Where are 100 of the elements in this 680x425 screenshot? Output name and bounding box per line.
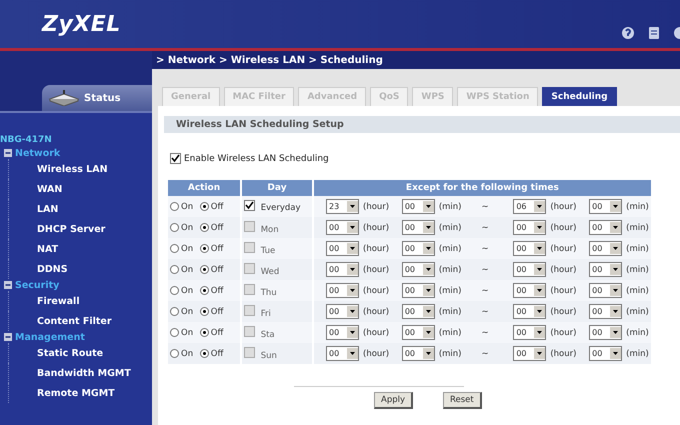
checkbox[interactable]	[244, 304, 255, 316]
time-dropdown[interactable]: 23	[326, 199, 359, 214]
time-dropdown[interactable]: 00	[402, 346, 435, 361]
checkbox[interactable]	[244, 262, 255, 274]
radio-button[interactable]	[170, 222, 179, 232]
unit-label: (hour)	[363, 244, 390, 254]
time-dropdown[interactable]: 00	[402, 325, 435, 340]
time-dropdown[interactable]: 00	[513, 346, 546, 361]
time-dropdown[interactable]: 00	[589, 325, 622, 340]
radio-button[interactable]	[200, 264, 209, 274]
unit-label: (hour)	[550, 286, 576, 296]
unit-label: (min)	[626, 348, 649, 359]
menu-item[interactable]: Wireless LAN	[37, 164, 108, 174]
checkbox[interactable]	[244, 242, 255, 252]
checkbox[interactable]	[244, 220, 255, 232]
time-dropdown[interactable]: 00	[589, 199, 622, 214]
radio-button[interactable]	[170, 286, 179, 295]
menu-group[interactable]: Security	[15, 280, 60, 290]
day-label: Wed	[260, 266, 280, 276]
checkbox[interactable]	[244, 346, 255, 358]
radio-button[interactable]	[200, 348, 209, 358]
time-dropdown[interactable]: 00	[326, 325, 359, 340]
radio-button[interactable]	[200, 328, 209, 337]
column-header: Except for the following times	[314, 180, 651, 196]
time-dropdown[interactable]: 00	[513, 325, 546, 340]
menu-item[interactable]: Static Route	[37, 348, 104, 358]
menu-item[interactable]: DHCP Server	[37, 224, 106, 234]
menu-item[interactable]: DDNS	[37, 264, 68, 274]
radio-button[interactable]	[170, 328, 179, 337]
time-dropdown[interactable]: 00	[402, 283, 435, 298]
unit-label: (min)	[438, 328, 462, 338]
time-dropdown[interactable]: 00	[513, 241, 546, 256]
time-dropdown[interactable]: 00	[402, 220, 435, 235]
form-button[interactable]: Apply	[374, 392, 413, 409]
unit-label: (min)	[438, 348, 462, 359]
help-icon[interactable]	[620, 25, 636, 41]
form-button[interactable]: Reset	[443, 392, 482, 409]
menu-item[interactable]: Bandwidth MGMT	[37, 368, 131, 378]
menu-group[interactable]: Management	[15, 332, 85, 342]
checkbox[interactable]	[244, 284, 255, 294]
time-dropdown[interactable]: 00	[589, 220, 622, 235]
checkbox[interactable]	[170, 153, 181, 164]
radio-label: Off	[210, 328, 224, 338]
collapse-icon[interactable]	[4, 281, 12, 289]
time-dropdown[interactable]: 00	[402, 199, 435, 214]
unit-label: (hour)	[363, 202, 390, 212]
time-dropdown[interactable]: 06	[513, 199, 546, 214]
radio-button[interactable]	[200, 306, 209, 316]
checkbox[interactable]	[244, 326, 255, 336]
radio-button[interactable]	[170, 244, 179, 253]
time-dropdown[interactable]: 00	[589, 346, 622, 361]
column-header: Action	[168, 180, 240, 196]
menu-item[interactable]: NAT	[37, 244, 58, 254]
unit-label: (min)	[626, 222, 649, 233]
menu-item[interactable]: LAN	[37, 204, 58, 214]
menu-item[interactable]: Remote MGMT	[37, 388, 115, 398]
menu-item[interactable]: Firewall	[37, 296, 80, 306]
time-dropdown[interactable]: 00	[589, 304, 622, 319]
time-dropdown[interactable]: 00	[402, 304, 435, 319]
range-separator: ~	[481, 328, 489, 338]
unit-label: (min)	[626, 306, 649, 317]
time-dropdown[interactable]: 00	[513, 220, 546, 235]
time-dropdown[interactable]: 00	[326, 346, 359, 361]
time-dropdown[interactable]: 00	[589, 262, 622, 277]
time-dropdown[interactable]: 00	[326, 241, 359, 256]
time-dropdown[interactable]: 00	[326, 283, 359, 298]
radio-button[interactable]	[200, 286, 209, 295]
menu-item[interactable]: WAN	[37, 184, 62, 194]
checkbox[interactable]	[244, 200, 255, 211]
collapse-icon[interactable]	[4, 149, 12, 157]
time-dropdown[interactable]: 00	[513, 262, 546, 277]
time-dropdown[interactable]: 00	[402, 241, 435, 256]
radio-button[interactable]	[200, 222, 209, 232]
radio-button[interactable]	[200, 244, 209, 253]
status-tab[interactable]: Status	[42, 85, 152, 111]
menu-item[interactable]: Content Filter	[37, 316, 112, 326]
radio-button[interactable]	[170, 264, 179, 274]
unit-label: (min)	[438, 244, 462, 254]
time-dropdown[interactable]: 00	[326, 304, 359, 319]
radio-button[interactable]	[200, 202, 209, 211]
range-separator: ~	[481, 306, 489, 317]
menu-group[interactable]: Network	[15, 148, 60, 158]
unit-label: (min)	[626, 328, 649, 338]
radio-button[interactable]	[170, 202, 179, 211]
unit-label: (hour)	[550, 244, 576, 254]
collapse-icon[interactable]	[4, 333, 12, 341]
time-dropdown[interactable]: 00	[326, 262, 359, 277]
radio-label: On	[181, 244, 194, 254]
time-dropdown[interactable]: 00	[513, 304, 546, 319]
checkbox-label: Enable Wireless LAN Scheduling	[184, 154, 329, 164]
time-dropdown[interactable]: 00	[326, 220, 359, 235]
document-icon[interactable]	[646, 25, 662, 41]
radio-button[interactable]	[170, 306, 179, 316]
tab[interactable]: Scheduling	[542, 87, 617, 106]
radio-button[interactable]	[170, 348, 179, 358]
breadcrumb: > Network > Wireless LAN > Scheduling	[152, 51, 680, 69]
time-dropdown[interactable]: 00	[402, 262, 435, 277]
time-dropdown[interactable]: 00	[513, 283, 546, 298]
time-dropdown[interactable]: 00	[589, 241, 622, 256]
time-dropdown[interactable]: 00	[589, 283, 622, 298]
